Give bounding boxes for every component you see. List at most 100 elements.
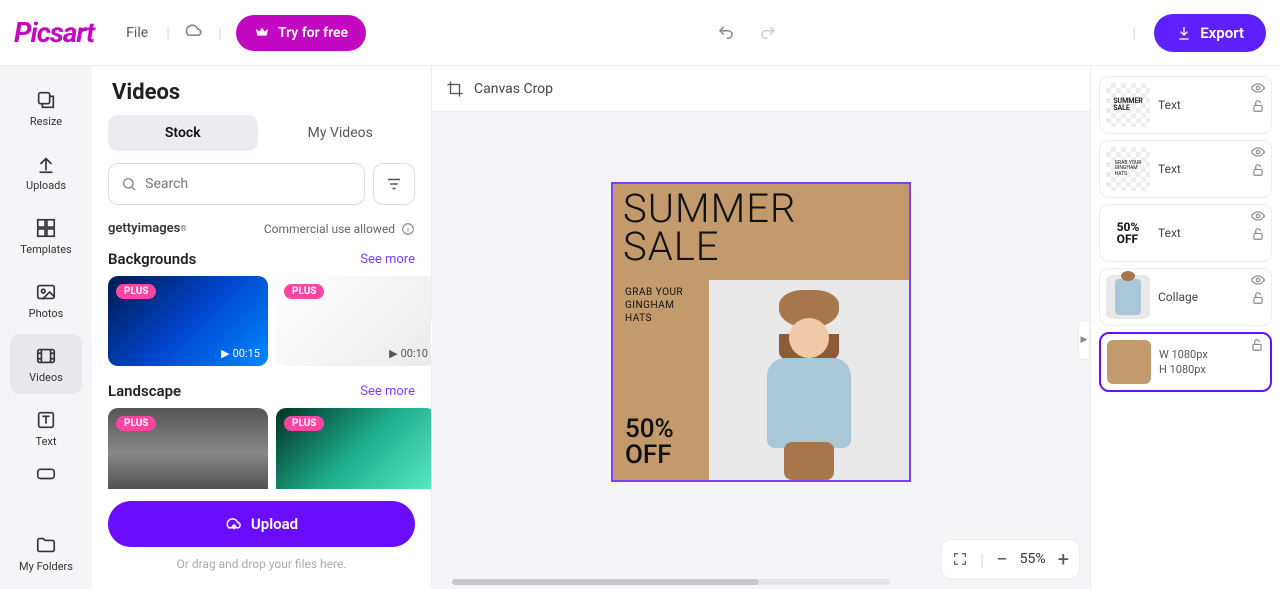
element-icon [35,466,57,480]
video-duration: ▶ 00:15 [221,347,260,360]
tab-my-videos[interactable]: My Videos [266,115,416,151]
photo-icon [35,281,57,303]
undo-icon[interactable] [717,24,735,42]
cloud-upload-icon [225,515,243,533]
layer-dimensions: W 1080pxH 1080px [1159,347,1208,378]
redo-icon[interactable] [759,24,777,42]
design-canvas[interactable]: SUMMER SALE GRAB YOUR GINGHAM HATS 50% O… [611,182,911,482]
collage-image[interactable] [709,280,909,480]
video-icon [35,345,57,367]
eye-icon[interactable] [1251,273,1265,287]
unlock-icon[interactable] [1251,227,1265,241]
try-for-free-label: Try for free [278,25,348,41]
cloud-sync-icon[interactable] [184,21,204,45]
layer-text-1[interactable]: SUMMER SALE Text [1099,76,1272,134]
layer-thumb: 50% OFF [1106,211,1150,255]
drag-drop-hint: Or drag and drop your files here. [108,557,415,571]
search-box[interactable] [108,163,365,205]
unlock-icon[interactable] [1250,338,1264,352]
plus-badge: PLUS [116,416,156,431]
layer-label: Collage [1158,290,1198,304]
percent-off-text[interactable]: 50% OFF [625,416,674,468]
layer-label: Text [1158,226,1181,240]
layer-collage[interactable]: Collage [1099,268,1272,326]
layer-label: Text [1158,98,1181,112]
layer-thumb: SUMMER SALE [1106,83,1150,127]
eye-icon[interactable] [1251,81,1265,95]
templates-icon [35,217,57,239]
file-menu[interactable]: File [126,25,148,41]
layer-thumb [1106,275,1150,319]
zoom-in-button[interactable]: + [1058,547,1069,571]
section-backgrounds-title: Backgrounds [108,250,196,268]
canvas-viewport[interactable]: SUMMER SALE GRAB YOUR GINGHAM HATS 50% O… [432,112,1090,589]
plus-badge: PLUS [284,284,324,299]
canvas-crop-label[interactable]: Canvas Crop [474,81,553,97]
unlock-icon[interactable] [1251,291,1265,305]
video-thumb[interactable]: PLUS ▶ 00:10 [276,276,431,366]
tab-stock[interactable]: Stock [108,115,258,151]
fit-screen-icon[interactable] [952,551,968,567]
upload-icon [35,153,57,175]
layer-thumb: GRAB YOUR GINGHAM HATS [1106,147,1150,191]
export-label: Export [1200,24,1244,42]
headline-text[interactable]: SUMMER SALE [623,190,796,266]
rail-photos[interactable]: Photos [10,270,82,330]
text-icon [35,409,57,431]
filter-icon [385,175,403,193]
rail-text[interactable]: Text [10,398,82,458]
layer-text-3[interactable]: 50% OFF Text [1099,204,1272,262]
section-landscape-title: Landscape [108,382,181,400]
download-icon [1176,25,1192,41]
search-input[interactable] [145,176,352,192]
try-for-free-button[interactable]: Try for free [236,15,366,51]
rail-templates[interactable]: Templates [10,206,82,266]
getty-attribution: gettyimages® Commercial use allowed [92,215,431,246]
layer-label: Text [1158,162,1181,176]
plus-badge: PLUS [116,284,156,299]
divider: | [218,23,222,42]
panel-title: Videos [92,66,431,115]
collapse-right-handle[interactable]: ▶ [1078,320,1090,360]
subheading-text[interactable]: GRAB YOUR GINGHAM HATS [625,286,683,325]
see-more-landscape[interactable]: See more [360,384,415,399]
getty-logo: gettyimages [108,221,180,236]
unlock-icon[interactable] [1251,163,1265,177]
filter-button[interactable] [373,163,415,205]
video-thumb[interactable]: PLUS [276,408,431,498]
zoom-level: 55% [1020,551,1046,567]
canvas-area: Canvas Crop SUMMER SALE GRAB YOUR GINGHA… [432,66,1090,589]
zoom-controls: | − 55% + [941,539,1080,579]
tool-rail: Resize Uploads Templates Photos Videos T… [0,66,92,589]
eye-icon[interactable] [1251,209,1265,223]
backgrounds-thumbs: PLUS ▶ 00:15 PLUS ▶ 00:10 [92,276,431,378]
see-more-backgrounds[interactable]: See more [360,252,415,267]
logo[interactable]: Picsart [14,16,94,49]
layers-panel: SUMMER SALE Text GRAB YOUR GINGHAM HATS … [1090,66,1280,589]
commercial-use-label: Commercial use allowed [264,222,395,236]
layer-background[interactable]: W 1080pxH 1080px [1099,332,1272,392]
plus-badge: PLUS [284,416,324,431]
video-thumb[interactable]: PLUS ▶ 00:15 [108,276,268,366]
upload-button[interactable]: Upload [108,501,415,547]
rail-my-folders[interactable]: My Folders [10,523,82,583]
rail-resize[interactable]: Resize [10,78,82,138]
divider: | [166,23,170,42]
unlock-icon[interactable] [1251,99,1265,113]
eye-icon[interactable] [1251,145,1265,159]
history-controls [366,24,1128,42]
kid-illustration [749,290,869,480]
panel-tabs: Stock My Videos [92,115,431,163]
layer-text-2[interactable]: GRAB YOUR GINGHAM HATS Text [1099,140,1272,198]
zoom-out-button[interactable]: − [996,547,1007,571]
horizontal-scrollbar[interactable] [452,579,890,585]
rail-element-partial[interactable] [10,462,82,484]
video-thumb[interactable]: PLUS [108,408,268,498]
resize-icon [35,89,57,111]
crown-icon [254,25,270,41]
rail-uploads[interactable]: Uploads [10,142,82,202]
rail-videos[interactable]: Videos [10,334,82,394]
info-icon[interactable] [401,222,415,236]
export-button[interactable]: Export [1154,14,1266,52]
crop-icon[interactable] [446,80,464,98]
